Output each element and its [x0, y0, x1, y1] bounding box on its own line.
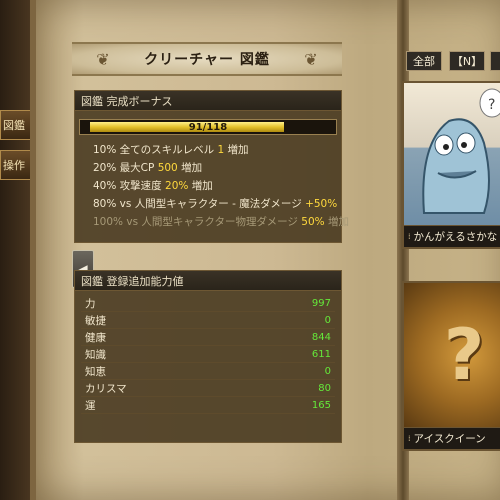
stat-row-luck: 運 165 [81, 397, 335, 414]
completion-bonus-panel: 図鑑 完成ボーナス 91/118 10% 全てのスキルレベル 1 増加 20% … [74, 90, 349, 243]
completion-bonus-header: 図鑑 完成ボーナス [75, 91, 341, 111]
ornament-right-icon: ❦ [304, 50, 318, 69]
creature-card-caption: ⁞ かんがえるさかな [404, 225, 500, 247]
question-mark-icon: ? [443, 314, 485, 396]
stat-row-wis: 知恵 0 [81, 363, 335, 380]
svg-text:?: ? [488, 97, 495, 113]
creature-portrait-fish: ? [404, 83, 500, 225]
stat-row-str: 力 997 [81, 295, 335, 312]
progress-text: 91/118 [188, 121, 228, 133]
filter-n-button[interactable]: 【N】 [449, 51, 485, 71]
bonus-item: 10% 全てのスキルレベル 1 増加 [93, 144, 249, 156]
bonus-item: 20% 最大CP 500 増加 [93, 162, 203, 174]
creature-card[interactable]: ? ⁞ かんがえるさかな [402, 81, 500, 249]
thinking-fish-icon: ? [422, 88, 500, 214]
stat-table: 力 997 敏捷 0 健康 844 知識 611 知恵 0 カリスマ 80 運 165 [75, 291, 341, 414]
creature-card-unknown[interactable]: ? ⁞ アイスクイーン [402, 281, 500, 451]
stat-row-int: 知識 611 [81, 346, 335, 363]
stat-bonus-header: 図鑑 登録追加能力値 [75, 271, 341, 291]
filter-more-button[interactable] [490, 51, 500, 71]
bonus-item-locked: 100% vs 人間型キャラクター物理ダメージ 50% 増加 [93, 216, 349, 228]
page-title: クリーチャー 図鑑 [144, 52, 270, 68]
bonus-list: 10% 全てのスキルレベル 1 増加 20% 最大CP 500 増加 40% 攻… [75, 135, 349, 231]
bonus-item: 80% vs 人間型キャラクター - 魔法ダメージ +50% [93, 198, 338, 210]
creature-card-caption: ⁞ アイスクイーン [404, 427, 500, 449]
filter-all-button[interactable]: 全部 [406, 51, 442, 71]
stat-row-con: 健康 844 [81, 329, 335, 346]
stat-row-cha: カリスマ 80 [81, 380, 335, 397]
bonus-item: 40% 攻撃速度 20% 増加 [93, 180, 213, 192]
stat-bonus-panel: 図鑑 登録追加能力値 力 997 敏捷 0 健康 844 知識 611 知恵 0 カリスマ… [74, 270, 342, 443]
completion-progress-bar: 91/118 [79, 119, 337, 135]
creature-portrait-unknown: ? [404, 283, 500, 427]
ornament-left-icon: ❦ [96, 50, 110, 69]
stat-row-dex: 敏捷 0 [81, 312, 335, 329]
title-banner: ❦ クリーチャー 図鑑 ❦ [72, 42, 342, 76]
